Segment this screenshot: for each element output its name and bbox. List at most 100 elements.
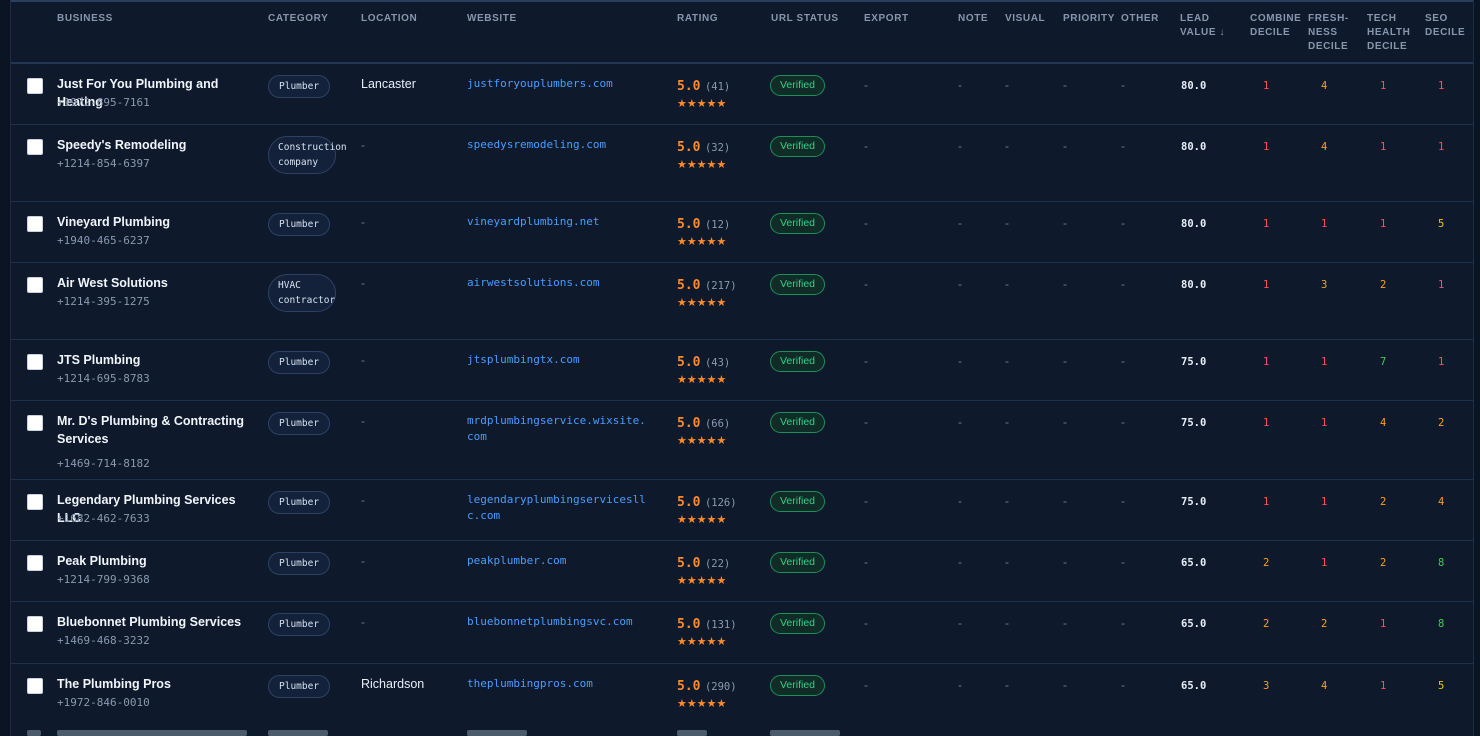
table-row[interactable]: Mr. D's Plumbing & Contracting Services +… [11,401,1473,480]
website-link[interactable]: legendaryplumbingservicesllc.com [467,492,649,524]
partial-category [268,730,328,736]
col-rating[interactable]: RATING [677,12,718,26]
col-seo-decile[interactable]: SEO DECILE [1425,12,1465,40]
col-note[interactable]: NOTE [958,12,988,26]
lead-value: 80.0 [1181,279,1207,291]
col-category[interactable]: CATEGORY [268,12,328,26]
category-chip: HVAC contractor [268,274,336,312]
empty-cell-placeholder: - [1005,616,1009,630]
business-name[interactable]: The Plumbing Pros [57,675,253,693]
review-count: (32) [704,142,731,154]
table-row[interactable]: JTS Plumbing +1214-695-8783 Plumber - jtsplu… [11,340,1473,401]
empty-cell-placeholder: - [1063,415,1067,429]
rating-score: 5.0 [677,79,701,94]
col-business[interactable]: BUSINESS [57,12,113,26]
row-checkbox[interactable] [27,78,43,94]
row-checkbox[interactable] [27,354,43,370]
seo-decile-value: 1 [1438,279,1445,291]
website-link[interactable]: jtsplumbingtx.com [467,352,649,368]
table-row[interactable]: Vineyard Plumbing +1940-465-6237 Plumber - v… [11,202,1473,263]
tech-decile-value: 1 [1380,218,1387,230]
col-freshness-decile[interactable]: FRESH- NESS DECILE [1308,12,1354,54]
table-row[interactable]: Air West Solutions +1214-395-1275 HVAC con… [11,263,1473,340]
url-status-badge: Verified [770,491,826,512]
row-checkbox[interactable] [27,494,43,510]
seo-decile-value: 1 [1438,80,1445,92]
empty-cell-placeholder: - [864,555,868,569]
combine-decile-value: 1 [1263,279,1270,291]
website-link[interactable]: vineyardplumbing.net [467,214,649,230]
col-url-status[interactable]: URL STATUS [771,12,839,26]
empty-cell-placeholder: - [864,78,868,92]
table-row[interactable]: Legendary Plumbing Services LLC +1682-462… [11,480,1473,541]
lead-value: 75.0 [1181,417,1207,429]
table-row[interactable]: Speedy's Remodeling +1214-854-6397 Constru… [11,125,1473,202]
tech-decile-value: 1 [1380,618,1387,630]
freshness-decile-value: 4 [1321,80,1328,92]
website-link[interactable]: theplumbingpros.com [467,676,649,692]
location-placeholder: - [361,493,365,507]
row-checkbox[interactable] [27,216,43,232]
location-placeholder: - [361,554,365,568]
seo-decile-value: 4 [1438,496,1445,508]
lead-value: 80.0 [1181,80,1207,92]
business-name[interactable]: JTS Plumbing [57,351,253,369]
review-count: (12) [704,219,731,231]
combine-decile-value: 2 [1263,618,1270,630]
row-checkbox[interactable] [27,139,43,155]
location-placeholder: - [361,353,365,367]
location-placeholder: - [361,215,365,229]
tech-decile-value: 1 [1380,680,1387,692]
website-link[interactable]: bluebonnetplumbingsvc.com [467,614,649,630]
business-phone: +1972-895-7161 [57,96,150,109]
empty-cell-placeholder: - [1005,277,1009,291]
col-website[interactable]: WEBSITE [467,12,517,26]
star-rating-icons: ★★★★★ [677,575,727,587]
col-location[interactable]: LOCATION [361,12,417,26]
business-name[interactable]: Air West Solutions [57,274,253,292]
col-lead-value[interactable]: LEAD VALUE ↓ [1180,12,1230,40]
empty-cell-placeholder: - [1005,678,1009,692]
business-name[interactable]: Speedy's Remodeling [57,136,253,154]
empty-cell-placeholder: - [958,216,962,230]
website-link[interactable]: speedysremodeling.com [467,137,649,153]
row-checkbox[interactable] [27,616,43,632]
location-placeholder: - [361,138,365,152]
row-checkbox[interactable] [27,415,43,431]
table-row[interactable]: Just For You Plumbing and Heating +1972-8… [11,64,1473,125]
col-combine-decile[interactable]: COMBINE DECILE [1250,12,1302,40]
website-link[interactable]: justforyouplumbers.com [467,76,649,92]
review-count: (43) [704,357,731,369]
col-tech-health-decile[interactable]: TECH HEALTH DECILE [1367,12,1415,54]
business-name[interactable]: Vineyard Plumbing [57,213,253,231]
business-name[interactable]: Mr. D's Plumbing & Contracting Services [57,412,253,448]
category-chip: Plumber [268,412,331,435]
table-row[interactable]: Bluebonnet Plumbing Services +1469-468-32… [11,602,1473,664]
star-rating-icons: ★★★★★ [677,159,727,171]
website-link[interactable]: peakplumber.com [467,553,649,569]
empty-cell-placeholder: - [1063,494,1067,508]
website-link[interactable]: airwestsolutions.com [467,275,649,291]
website-link[interactable]: mrdplumbingservice.wixsite.com [467,413,649,445]
empty-cell-placeholder: - [958,616,962,630]
row-checkbox[interactable] [27,678,43,694]
business-name[interactable]: Peak Plumbing [57,552,253,570]
category-chip: Plumber [268,552,331,575]
col-priority[interactable]: PRIORITY [1063,12,1115,26]
star-rating-icons: ★★★★★ [677,98,727,110]
partial-name [57,730,247,736]
rating-score: 5.0 [677,217,701,232]
col-other[interactable]: OTHER [1121,12,1159,26]
row-checkbox[interactable] [27,277,43,293]
table-row[interactable]: Peak Plumbing +1214-799-9368 Plumber - peakp… [11,541,1473,602]
location: Lancaster [361,77,416,91]
partial-website [467,730,527,736]
row-checkbox[interactable] [27,555,43,571]
rating: 5.0 (22) ★★★★★ [677,554,730,587]
col-export[interactable]: EXPORT [864,12,909,26]
business-name[interactable]: Bluebonnet Plumbing Services [57,613,253,631]
col-visual[interactable]: VISUAL [1005,12,1045,26]
seo-decile-value: 1 [1438,141,1445,153]
freshness-decile-value: 4 [1321,141,1328,153]
category-chip: Plumber [268,491,331,514]
